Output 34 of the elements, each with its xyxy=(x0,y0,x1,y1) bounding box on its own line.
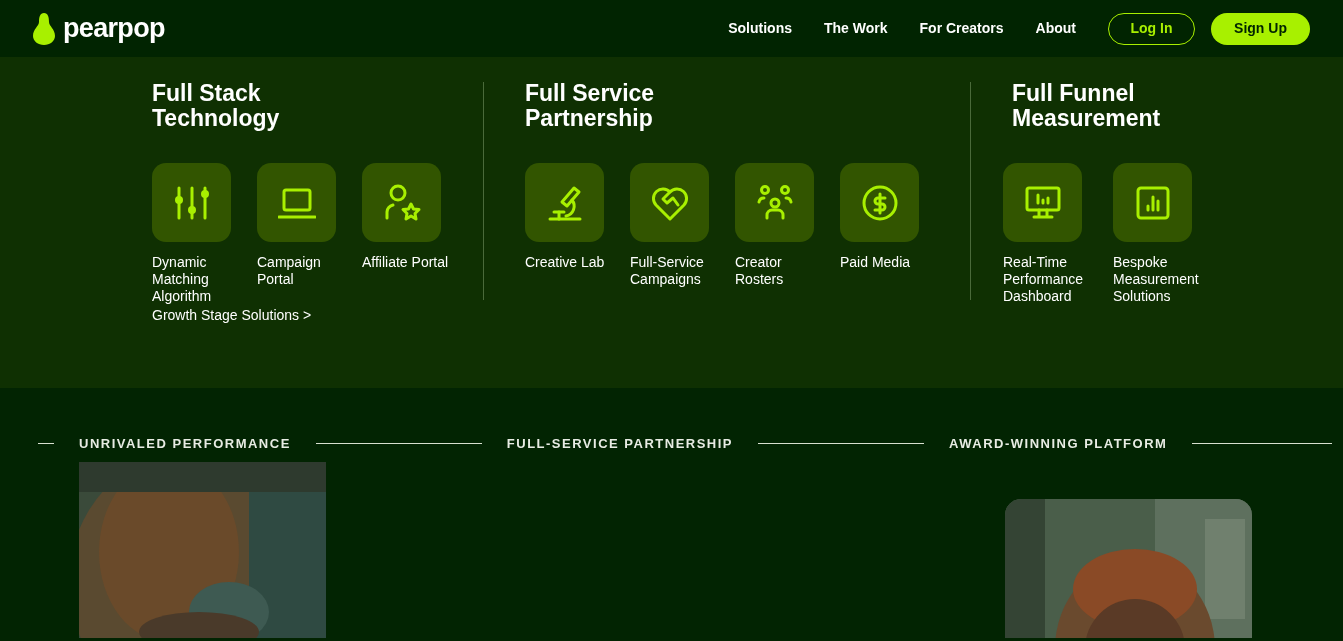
column-heading: Full Service Partnership xyxy=(525,81,656,131)
menu-item-label: Paid Media xyxy=(840,254,912,271)
menu-tile[interactable] xyxy=(1003,163,1082,242)
growth-stage-link[interactable]: Growth Stage Solutions > xyxy=(152,305,312,326)
sign-up-button[interactable]: Sign Up xyxy=(1211,12,1310,45)
pear-logo-icon xyxy=(32,12,56,45)
menu-item-label: Real-Time Performance Dashboard xyxy=(1003,254,1085,305)
menu-tile[interactable] xyxy=(630,163,709,242)
menu-tile[interactable] xyxy=(1113,163,1192,242)
nav-link[interactable]: Solutions xyxy=(728,18,792,39)
menu-tile[interactable] xyxy=(525,163,604,242)
section-label: AWARD-WINNING PLATFORM xyxy=(949,435,1168,453)
people-group-icon xyxy=(755,183,794,222)
menu-tile[interactable] xyxy=(152,163,231,242)
menu-item-label: Campaign Portal xyxy=(257,254,322,288)
menu-item-label: Full-Service Campaigns xyxy=(630,254,705,288)
section-label: UNRIVALED PERFORMANCE xyxy=(79,435,291,453)
menu-tile[interactable] xyxy=(735,163,814,242)
menu-item-label: Creative Lab xyxy=(525,254,606,271)
menu-item-label: Creator Rosters xyxy=(735,254,785,288)
menu-item-label: Dynamic Matching Algorithm xyxy=(152,254,213,305)
menu-tile[interactable] xyxy=(257,163,336,242)
section-label: FULL-SERVICE PARTNERSHIP xyxy=(506,435,734,453)
menu-tile[interactable] xyxy=(362,163,441,242)
column-heading: Full Funnel Measurement xyxy=(1012,81,1162,131)
menu-tile[interactable] xyxy=(840,163,919,242)
menu-item-label: Affiliate Portal xyxy=(362,254,450,271)
menu-item-label: Bespoke Measurement Solutions xyxy=(1113,254,1200,305)
brand-name[interactable]: pearpop xyxy=(63,8,165,49)
dollar-coin-icon xyxy=(860,183,899,222)
column-heading: Full Stack Technology xyxy=(152,81,281,131)
nav-link[interactable]: For Creators xyxy=(919,18,1004,39)
nav-link[interactable]: About xyxy=(1035,18,1076,39)
nav-link[interactable]: The Work xyxy=(824,18,888,39)
